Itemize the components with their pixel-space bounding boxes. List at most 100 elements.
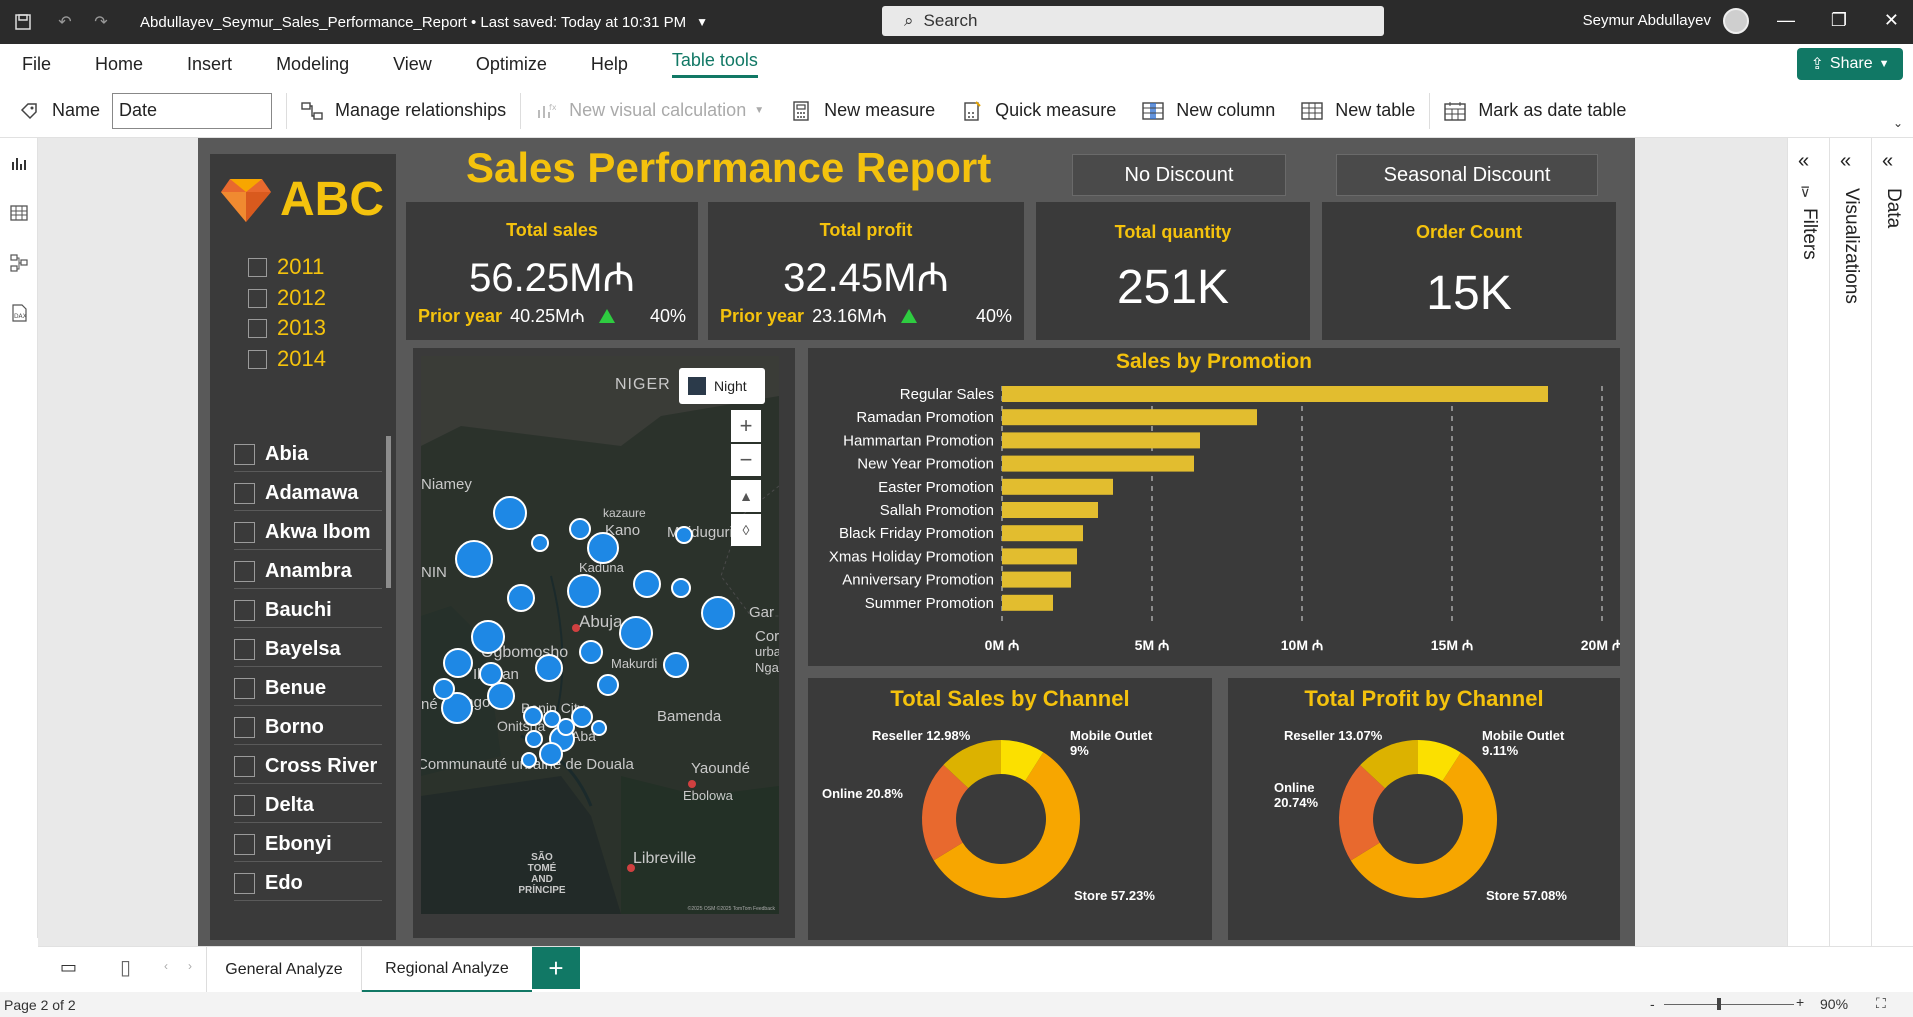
sales-bubble[interactable] [433, 678, 455, 700]
year-slicer-item[interactable]: 2011 [248, 254, 324, 280]
sales-bubble[interactable] [493, 496, 527, 530]
zoom-out-icon[interactable]: - [1650, 996, 1655, 1012]
sales-bubble[interactable] [619, 616, 653, 650]
new-table-button[interactable]: New table [1301, 100, 1415, 122]
menu-home[interactable]: Home [95, 54, 143, 75]
undo-icon[interactable]: ↶ [54, 11, 76, 33]
new-measure-button[interactable]: New measure [790, 100, 935, 122]
menu-modeling[interactable]: Modeling [276, 54, 349, 75]
name-field[interactable]: Date [112, 92, 273, 129]
sales-bubble[interactable] [531, 534, 549, 552]
checkbox[interactable] [248, 257, 267, 277]
avatar[interactable] [1723, 8, 1749, 34]
region-slicer-item[interactable]: Akwa Ibom [234, 516, 382, 550]
promotion-bar[interactable] [1002, 432, 1200, 449]
checkbox[interactable] [234, 600, 255, 621]
checkbox[interactable] [248, 349, 267, 369]
close-icon[interactable]: ✕ [1884, 10, 1899, 31]
checkbox[interactable] [234, 834, 255, 855]
promotion-bar[interactable] [1002, 386, 1548, 402]
checkbox[interactable] [234, 678, 255, 699]
redo-icon[interactable]: ↷ [90, 11, 112, 33]
search-box[interactable]: ⌕ Search [882, 6, 1384, 36]
filters-pane[interactable]: « ⊽ Filters [1787, 138, 1827, 946]
sales-bubble[interactable] [535, 654, 563, 682]
sales-bubble[interactable] [443, 648, 473, 678]
collapse-icon[interactable]: « [1798, 150, 1809, 173]
region-slicer-item[interactable]: Abia [234, 438, 382, 472]
title-dropdown-icon[interactable]: ▼ [696, 15, 708, 29]
checkbox[interactable] [248, 318, 267, 338]
sales-bubble[interactable] [633, 570, 661, 598]
menu-table-tools[interactable]: Table tools [671, 50, 758, 78]
region-slicer-item[interactable]: Bayelsa [234, 633, 382, 667]
manage-relationships-button[interactable]: Manage relationships [301, 100, 506, 122]
menu-optimize[interactable]: Optimize [476, 54, 547, 75]
chevron-left-icon[interactable]: ‹ [164, 959, 168, 973]
sales-bubble[interactable] [597, 674, 619, 696]
promotion-bar[interactable] [1002, 548, 1077, 565]
region-slicer-item[interactable]: Cross River [234, 750, 382, 784]
restore-icon[interactable]: ❐ [1831, 10, 1847, 31]
slicer-scrollbar[interactable] [386, 436, 391, 588]
user-name[interactable]: Seymur Abdullayev [1583, 12, 1711, 29]
sales-bubble[interactable] [523, 706, 543, 726]
zoom-in-button[interactable]: + [731, 410, 761, 442]
checkbox[interactable] [234, 483, 255, 504]
checkbox[interactable] [234, 873, 255, 894]
region-slicer-item[interactable]: Bauchi [234, 594, 382, 628]
checkbox[interactable] [234, 639, 255, 660]
year-slicer-item[interactable]: 2014 [248, 346, 326, 372]
sales-bubble[interactable] [487, 682, 515, 710]
checkbox[interactable] [234, 795, 255, 816]
sales-bubble[interactable] [587, 532, 619, 564]
sales-bubble[interactable] [663, 652, 689, 678]
sales-bubble[interactable] [539, 742, 563, 766]
sales-bubble[interactable] [671, 578, 691, 598]
promotion-bar[interactable] [1002, 455, 1194, 472]
promotion-bar[interactable] [1002, 525, 1083, 542]
checkbox[interactable] [234, 444, 255, 465]
zoom-out-button[interactable]: − [731, 444, 761, 476]
fit-to-page-icon[interactable]: ⛶ [1876, 995, 1886, 1012]
region-slicer-item[interactable]: Edo [234, 867, 382, 901]
menu-view[interactable]: View [393, 54, 432, 75]
menu-help[interactable]: Help [591, 54, 628, 75]
map-style-toggle[interactable]: Night [679, 368, 765, 404]
tab-regional-analyze[interactable]: Regional Analyze [362, 947, 532, 993]
sales-bubble[interactable] [521, 752, 537, 768]
promotion-bar[interactable] [1002, 571, 1071, 588]
region-slicer-item[interactable]: Ebonyi [234, 828, 382, 862]
checkbox[interactable] [234, 561, 255, 582]
report-view-icon[interactable] [8, 152, 30, 174]
year-slicer-item[interactable]: 2012 [248, 285, 326, 311]
sales-bubble[interactable] [557, 718, 575, 736]
dax-query-view-icon[interactable]: DAX [8, 302, 30, 324]
tilt-icon[interactable]: ▲ [731, 480, 761, 512]
add-page-button[interactable]: + [532, 947, 580, 989]
year-slicer-item[interactable]: 2013 [248, 315, 326, 341]
sales-bubble[interactable] [701, 596, 735, 630]
menu-insert[interactable]: Insert [187, 54, 232, 75]
minimize-icon[interactable]: — [1777, 10, 1795, 31]
mobile-layout-icon[interactable]: ▯ [120, 955, 131, 980]
new-column-button[interactable]: New column [1142, 100, 1275, 122]
mark-as-date-table-button[interactable]: Mark as date table [1444, 100, 1626, 122]
visualizations-pane[interactable]: « Visualizations [1829, 138, 1869, 946]
seasonal-discount-button[interactable]: Seasonal Discount [1336, 154, 1598, 196]
no-discount-button[interactable]: No Discount [1072, 154, 1286, 196]
data-pane[interactable]: « Data [1871, 138, 1913, 946]
new-visual-calculation-button[interactable]: fx New visual calculation ▼ [535, 100, 764, 122]
quick-measure-button[interactable]: Quick measure [961, 100, 1116, 122]
sales-bubble[interactable] [567, 574, 601, 608]
promotion-bar[interactable] [1002, 478, 1113, 495]
share-button[interactable]: ⇪ Share ▼ [1797, 48, 1903, 80]
region-slicer-item[interactable]: Adamawa [234, 477, 382, 511]
sales-bubble[interactable] [525, 730, 543, 748]
chevron-right-icon[interactable]: › [188, 959, 192, 973]
table-view-icon[interactable] [8, 202, 30, 224]
promotion-bar[interactable] [1002, 502, 1098, 518]
sales-bubble[interactable] [569, 518, 591, 540]
region-slicer-item[interactable]: Anambra [234, 555, 382, 589]
sales-bubble[interactable] [507, 584, 535, 612]
